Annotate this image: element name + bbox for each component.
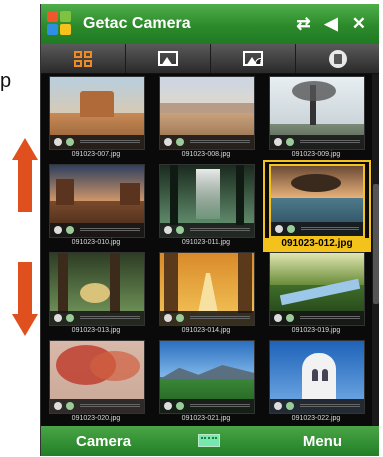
thumbnail-gallery: 091023-007.jpg 091023-008.jpg 091023-009… bbox=[41, 74, 372, 426]
picture-view-button[interactable] bbox=[126, 44, 211, 73]
camera-softkey[interactable]: Camera bbox=[76, 433, 131, 450]
thumbnail-caption: 091023-019.jpg bbox=[291, 327, 341, 334]
thumbnail-caption: 091023-021.jpg bbox=[181, 415, 231, 422]
thumbnail-image bbox=[269, 164, 365, 238]
thumbnail-caption: 091023-010.jpg bbox=[71, 239, 121, 246]
thumbnail-caption: 091023-007.jpg bbox=[71, 151, 121, 158]
thumbnail-image bbox=[159, 76, 255, 150]
thumbnail-caption: 091023-014.jpg bbox=[181, 327, 231, 334]
close-icon[interactable]: ✕ bbox=[352, 14, 366, 34]
side-label: p bbox=[0, 70, 12, 92]
picture-view-icon bbox=[158, 51, 178, 66]
scroll-down-arrow-icon bbox=[12, 262, 38, 336]
picture-info-button[interactable]: i bbox=[211, 44, 296, 73]
thumbnail-image bbox=[49, 76, 145, 150]
thumbnail-image bbox=[49, 164, 145, 238]
thumbnail-image bbox=[49, 340, 145, 414]
connectivity-icon[interactable]: ⇄ bbox=[296, 14, 310, 34]
thumbnail-item[interactable]: 091023-022.jpg bbox=[261, 338, 371, 425]
thumbnail-item[interactable]: 091023-007.jpg bbox=[41, 74, 151, 161]
thumbnail-view-button[interactable] bbox=[41, 44, 126, 73]
thumbnail-view-icon bbox=[74, 50, 92, 67]
scrollbar-thumb[interactable] bbox=[373, 184, 379, 304]
menu-softkey[interactable]: Menu bbox=[303, 433, 342, 450]
thumbnail-image bbox=[269, 76, 365, 150]
thumbnail-image bbox=[269, 340, 365, 414]
thumbnail-item[interactable]: 091023-010.jpg bbox=[41, 162, 151, 249]
thumbnail-image bbox=[159, 340, 255, 414]
thumbnail-item[interactable]: 091023-014.jpg bbox=[151, 250, 261, 337]
delete-icon bbox=[329, 49, 347, 68]
vertical-scrollbar[interactable] bbox=[372, 74, 379, 426]
delete-button[interactable] bbox=[296, 44, 379, 73]
volume-icon[interactable]: ◀ bbox=[325, 14, 338, 34]
picture-info-icon: i bbox=[243, 51, 263, 66]
scroll-up-arrow-icon bbox=[12, 138, 38, 212]
thumbnail-image bbox=[159, 164, 255, 238]
page: p Getac Camera ⇄ ◀ ✕ i 091023-007.jpg 09… bbox=[0, 0, 383, 457]
device-screen: Getac Camera ⇄ ◀ ✕ i 091023-007.jpg 0910… bbox=[40, 4, 379, 456]
thumbnail-caption: 091023-022.jpg bbox=[291, 415, 341, 422]
start-menu-icon[interactable] bbox=[47, 11, 73, 37]
thumbnail-item[interactable]: 091023-021.jpg bbox=[151, 338, 261, 425]
thumbnail-caption: 091023-011.jpg bbox=[181, 239, 231, 246]
thumbnail-image bbox=[269, 252, 365, 326]
thumbnail-caption: 091023-012.jpg bbox=[265, 238, 369, 250]
thumbnail-item[interactable]: 091023-011.jpg bbox=[151, 162, 261, 249]
thumbnail-item-selected[interactable]: 091023-012.jpg bbox=[261, 160, 371, 252]
thumbnail-image bbox=[159, 252, 255, 326]
thumbnail-item[interactable]: 091023-013.jpg bbox=[41, 250, 151, 337]
softkey-bar: Camera Menu bbox=[41, 426, 379, 456]
thumbnail-caption: 091023-008.jpg bbox=[181, 151, 231, 158]
app-title: Getac Camera bbox=[83, 15, 191, 32]
thumbnail-caption: 091023-013.jpg bbox=[71, 327, 121, 334]
thumbnail-item[interactable]: 091023-009.jpg bbox=[261, 74, 371, 161]
title-bar: Getac Camera ⇄ ◀ ✕ bbox=[41, 4, 379, 44]
view-toolbar: i bbox=[41, 44, 379, 74]
thumbnail-image bbox=[49, 252, 145, 326]
thumbnail-caption: 091023-009.jpg bbox=[291, 151, 341, 158]
thumbnail-item[interactable]: 091023-019.jpg bbox=[261, 250, 371, 337]
keyboard-icon[interactable] bbox=[198, 434, 220, 447]
thumbnail-item[interactable]: 091023-020.jpg bbox=[41, 338, 151, 425]
thumbnail-item[interactable]: 091023-008.jpg bbox=[151, 74, 261, 161]
thumbnail-caption: 091023-020.jpg bbox=[71, 415, 121, 422]
